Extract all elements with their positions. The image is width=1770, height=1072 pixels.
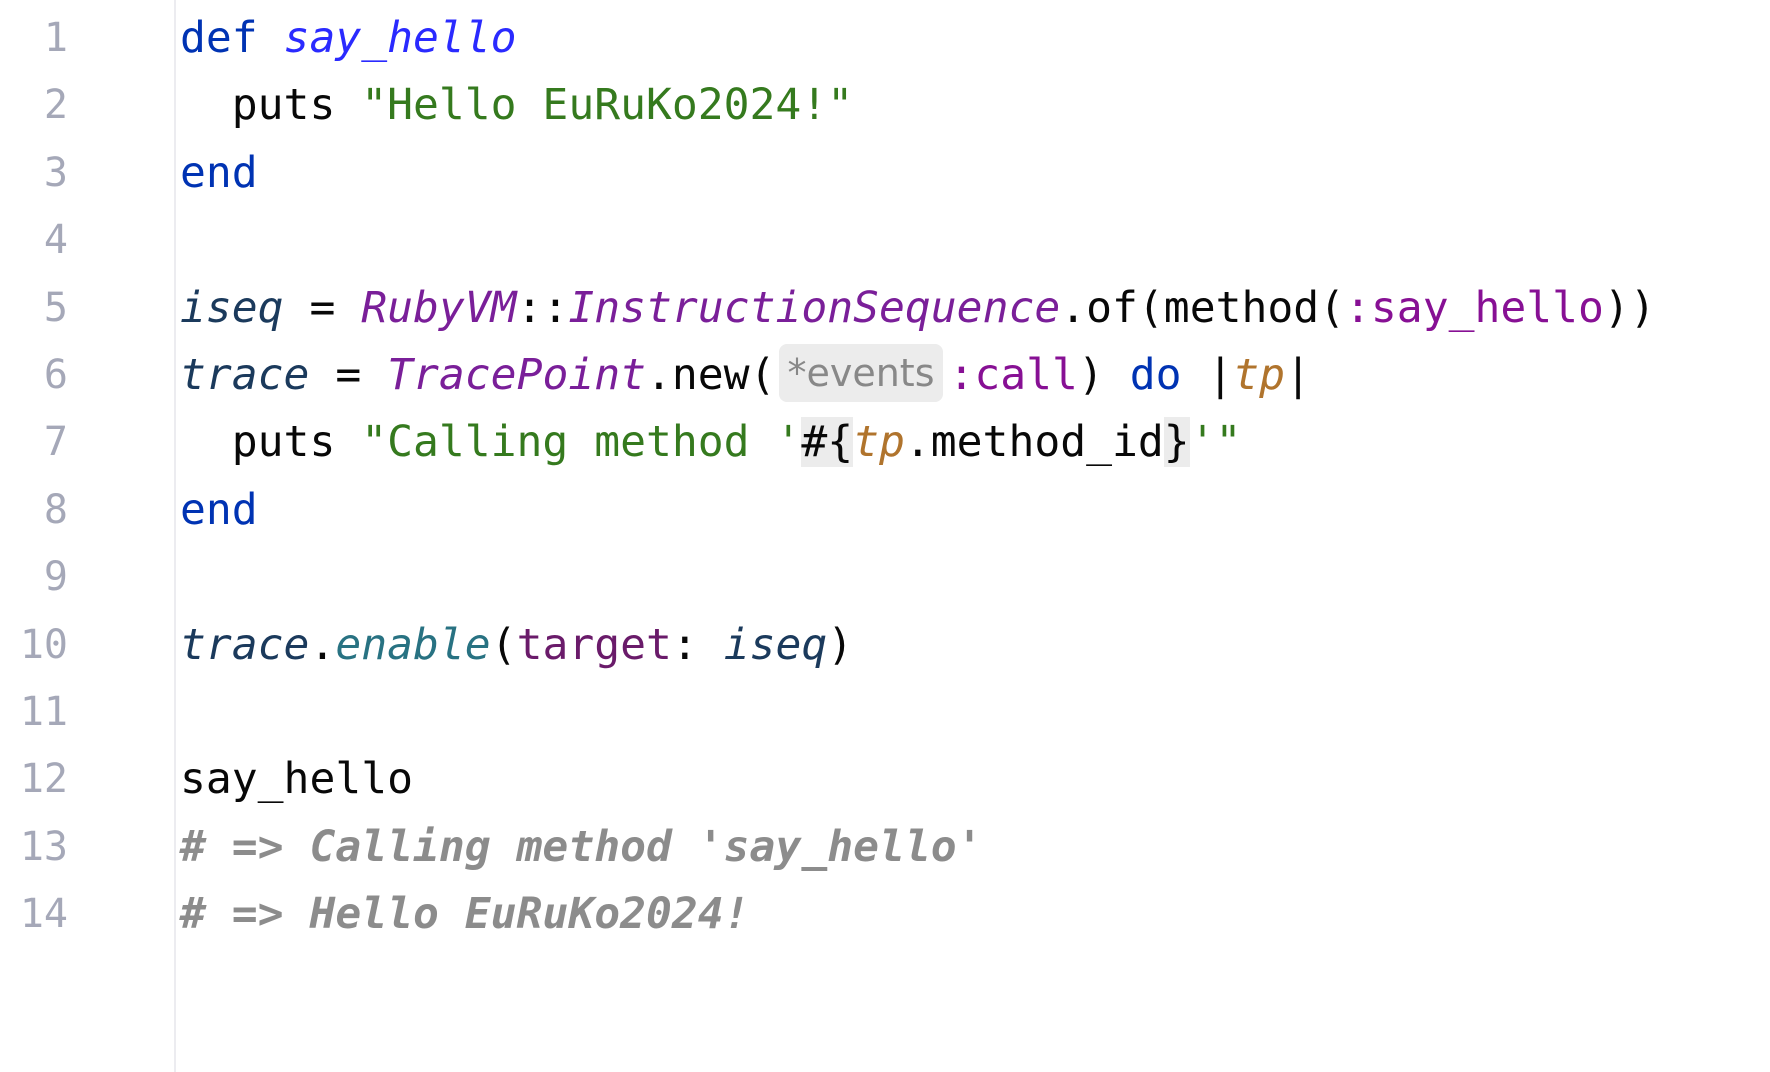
line-number: 4 (43, 217, 68, 264)
code-token: .method_id (904, 417, 1164, 468)
code-line[interactable]: end (180, 472, 258, 548)
code-line[interactable]: end (180, 135, 258, 211)
code-token: say_hello (180, 754, 413, 805)
code-token: say_hello (283, 13, 517, 63)
code-token: TracePoint (387, 350, 647, 400)
code-token: puts (180, 80, 362, 131)
line-number: 1 (43, 15, 68, 61)
line-number: 6 (43, 352, 68, 398)
code-line[interactable]: say_hello (180, 741, 413, 817)
code-token: tp (853, 417, 905, 468)
code-token: = (283, 282, 362, 333)
line-number: 2 (43, 82, 68, 129)
code-token: '" (1189, 417, 1242, 468)
code-token: .new( (646, 350, 776, 400)
code-line[interactable]: puts "Calling method '#{tp.method_id}'" (180, 404, 1241, 480)
code-line[interactable]: def say_hello (180, 0, 517, 76)
gutter-divider (174, 0, 176, 1072)
code-token: iseq (723, 619, 828, 670)
code-token: ) (827, 619, 854, 670)
code-token: def (180, 13, 258, 63)
code-token: # => Hello EuRuKo2024! (180, 889, 750, 940)
code-token: iseq (180, 282, 284, 333)
code-token: :call (948, 350, 1078, 400)
code-line[interactable]: puts "Hello EuRuKo2024!" (180, 67, 853, 143)
code-token: enable (335, 619, 491, 670)
code-token: | (1285, 350, 1311, 400)
code-token: : (671, 619, 724, 670)
code-token: "Hello EuRuKo2024!" (361, 80, 854, 131)
line-number: 14 (19, 891, 68, 938)
code-token: #{ (801, 417, 854, 468)
line-number: 11 (19, 689, 68, 735)
parameter-hint: *events (779, 344, 943, 402)
code-token: end (180, 147, 258, 198)
code-line[interactable]: # => Hello EuRuKo2024! (180, 876, 750, 952)
line-number: 9 (43, 554, 68, 601)
line-number: 7 (43, 419, 68, 466)
line-number: 5 (43, 284, 68, 331)
code-editor[interactable]: 1 2 3 4 5 6 7 8 9 10 11 12 13 14 def say_hello puts "… (0, 0, 1770, 1072)
code-token: "Calling method ' (361, 417, 802, 468)
code-token: } (1163, 417, 1190, 468)
code-token: :say_hello (1345, 282, 1604, 333)
code-token: RubyVM (361, 282, 517, 333)
code-token: .of(method( (1060, 282, 1346, 333)
code-token: target (516, 619, 672, 670)
code-line[interactable]: trace.enable(target: iseq) (180, 607, 853, 683)
line-number: 13 (19, 823, 68, 870)
code-token: # => Calling method 'say_hello' (180, 821, 983, 872)
code-line[interactable]: # => Calling method 'say_hello' (180, 809, 983, 885)
code-token: end (180, 484, 258, 535)
code-token: puts (180, 417, 362, 468)
code-token: = (309, 350, 388, 400)
line-number: 10 (19, 621, 68, 668)
code-token: trace (180, 350, 310, 400)
code-token: . (309, 619, 336, 670)
code-token: tp (1233, 350, 1286, 400)
code-token: do (1129, 350, 1182, 400)
line-number: 3 (43, 149, 68, 196)
code-token: ) (1077, 350, 1130, 400)
code-token: :: (516, 282, 569, 333)
code-token: InstructionSequence (568, 282, 1061, 333)
code-token: | (1181, 350, 1234, 400)
code-line[interactable]: iseq = RubyVM::InstructionSequence.of(me… (180, 270, 1656, 346)
code-token: )) (1603, 282, 1656, 333)
code-token: trace (180, 619, 310, 670)
code-line[interactable]: trace = TracePoint.new(*events:call) do … (180, 337, 1311, 413)
line-number-gutter: 1 2 3 4 5 6 7 8 9 10 11 12 13 14 (0, 0, 174, 1072)
line-number: 12 (19, 756, 68, 803)
code-token: ( (490, 619, 517, 670)
line-number: 8 (43, 486, 68, 533)
